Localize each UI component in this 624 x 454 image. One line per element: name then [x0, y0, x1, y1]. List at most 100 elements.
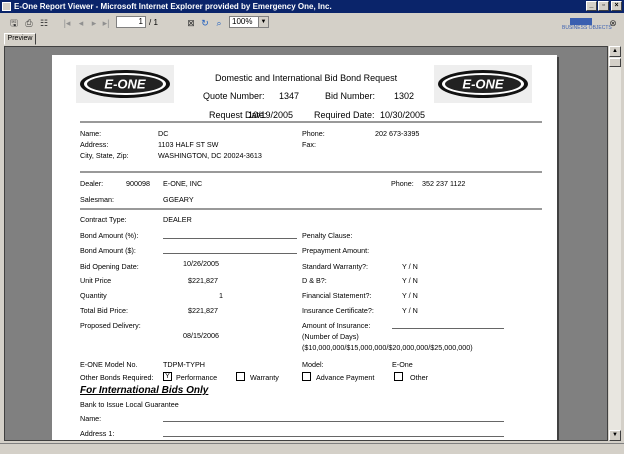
print-icon[interactable]: ⎙: [23, 17, 35, 29]
title-bar: E-One Report Viewer - Microsoft Internet…: [0, 0, 624, 13]
dealer-code: 900098: [126, 179, 150, 188]
model: E-One: [392, 360, 413, 369]
warranty-label: Standard Warranty?:: [302, 262, 369, 271]
performance-label: Performance: [176, 373, 218, 382]
request-date: 10/19/2005: [248, 110, 294, 120]
quote-number-label: Quote Number:: [203, 91, 265, 101]
toolbar: 🖫 ⎙ ☷ |◂ ◂ ▸ ▸| 1 / 1 ⊠ ↻ ⌕ 100% ▼ BUSIN…: [0, 13, 624, 34]
divider: [80, 208, 542, 210]
customer-csz-label: City, State, Zip:: [80, 151, 129, 160]
bond-pct-label: Bond Amount (%):: [80, 231, 139, 240]
bid-number: 1302: [394, 91, 415, 101]
intl-name-line: [163, 421, 504, 422]
quantity-label: Quantity: [80, 291, 107, 300]
warranty-bond-label: Warranty: [250, 373, 279, 382]
report-title: Domestic and International Bid Bond Requ…: [215, 73, 398, 83]
report-viewport: E-ONE E-ONE Domestic and International B…: [4, 46, 608, 441]
dealer-label: Dealer:: [80, 179, 104, 188]
insurance-cert-label: Insurance Certificate?:: [302, 306, 374, 315]
maximize-button[interactable]: ▫: [598, 1, 609, 11]
insurance-cert-yn: Y / N: [402, 306, 418, 315]
db-yn: Y / N: [402, 276, 418, 285]
first-page-icon[interactable]: |◂: [62, 17, 72, 29]
divider: [80, 121, 542, 123]
advance-payment-label: Advance Payment: [316, 373, 375, 382]
bond-pct-line: [163, 238, 297, 239]
minimize-button[interactable]: _: [586, 1, 597, 11]
intl-address1-label: Address 1:: [80, 429, 115, 438]
scroll-thumb[interactable]: [609, 58, 621, 67]
insurance-options: ($10,000,000/$15,000,000/$20,000,000/$25…: [302, 343, 473, 352]
total-label: Total Bid Price:: [80, 306, 128, 315]
previous-page-icon[interactable]: ◂: [76, 17, 86, 29]
opening-date: 10/26/2005: [183, 259, 219, 268]
zoom-select[interactable]: 100% ▼: [229, 16, 269, 28]
close-button[interactable]: ×: [611, 1, 622, 11]
group-tree-icon[interactable]: ☷: [38, 17, 50, 29]
bank-label: Bank to Issue Local Guarantee: [80, 400, 179, 409]
customer-name-label: Name:: [80, 129, 102, 138]
export-icon[interactable]: 🖫: [8, 17, 20, 29]
customer-fax-label: Fax:: [302, 140, 316, 149]
model-no-label: E-ONE Model No.: [80, 360, 138, 369]
intl-name-label: Name:: [80, 414, 102, 423]
unit-price: $221,827: [188, 276, 218, 285]
quantity: 1: [219, 291, 223, 300]
zoom-value: 100%: [232, 17, 253, 26]
page-total: / 1: [149, 18, 158, 27]
other-bonds-label: Other Bonds Required:: [80, 373, 154, 382]
dealer-name: E-ONE, INC: [163, 179, 203, 188]
last-page-icon[interactable]: ▸|: [101, 17, 111, 29]
scroll-up-button[interactable]: ▲: [609, 46, 621, 57]
e-one-logo-right: E-ONE: [434, 65, 532, 103]
contract-type: DEALER: [163, 215, 192, 224]
total: $221,827: [188, 306, 218, 315]
tab-bar: Preview: [0, 33, 624, 46]
warranty-yn: Y / N: [402, 262, 418, 271]
vertical-scrollbar[interactable]: ▲ ▼: [609, 46, 621, 441]
window-title: E-One Report Viewer - Microsoft Internet…: [14, 2, 332, 11]
dealer-phone: 352 237 1122: [422, 179, 466, 188]
business-objects-mark: [570, 18, 592, 25]
customer-phone: 202 673-3395: [375, 129, 420, 138]
required-date-label: Required Date:: [314, 110, 375, 120]
bond-amt-label: Bond Amount ($):: [80, 246, 136, 255]
page-number-input[interactable]: 1: [116, 16, 146, 28]
bid-number-label: Bid Number:: [325, 91, 376, 101]
business-objects-logo: BUSINESS OBJECTS: [562, 18, 612, 34]
insurance-amt-line: [392, 328, 504, 329]
international-heading: For International Bids Only: [80, 385, 209, 396]
business-objects-text: BUSINESS OBJECTS: [562, 25, 612, 31]
close-viewer-icon[interactable]: ⊗: [608, 17, 618, 29]
model-label: Model:: [302, 360, 324, 369]
refresh-icon[interactable]: ↻: [200, 17, 210, 29]
db-label: D & B?:: [302, 276, 327, 285]
customer-address-label: Address:: [80, 140, 109, 149]
report-page: E-ONE E-ONE Domestic and International B…: [52, 55, 557, 440]
tab-preview[interactable]: Preview: [4, 33, 36, 45]
insurance-amt-label: Amount of Insurance:: [302, 321, 371, 330]
financial-yn: Y / N: [402, 291, 418, 300]
chevron-down-icon: ▼: [258, 17, 268, 27]
e-one-logo-left: E-ONE: [76, 65, 174, 103]
logo-text: E-ONE: [104, 77, 146, 92]
customer-name: DC: [158, 129, 169, 138]
salesman-label: Salesman:: [80, 195, 114, 204]
logo-text: E-ONE: [462, 77, 504, 92]
stop-icon[interactable]: ⊠: [186, 17, 196, 29]
scroll-down-button[interactable]: ▼: [609, 430, 621, 441]
customer-csz: WASHINGTON, DC 20024-3613: [158, 151, 262, 160]
advance-payment-checkbox: [302, 372, 311, 381]
quote-number: 1347: [279, 91, 300, 101]
bond-amt-line: [163, 253, 297, 254]
performance-checkbox: Y: [163, 372, 172, 381]
customer-address: 1103 HALF ST SW: [158, 140, 219, 149]
delivery-label: Proposed Delivery:: [80, 321, 141, 330]
dealer-phone-label: Phone:: [391, 179, 414, 188]
prepay-label: Prepayment Amount:: [302, 246, 370, 255]
required-date: 10/30/2005: [380, 110, 426, 120]
warranty-bond-checkbox: [236, 372, 245, 381]
salesman: GGEARY: [163, 195, 194, 204]
next-page-icon[interactable]: ▸: [89, 17, 99, 29]
search-icon[interactable]: ⌕: [214, 17, 224, 29]
